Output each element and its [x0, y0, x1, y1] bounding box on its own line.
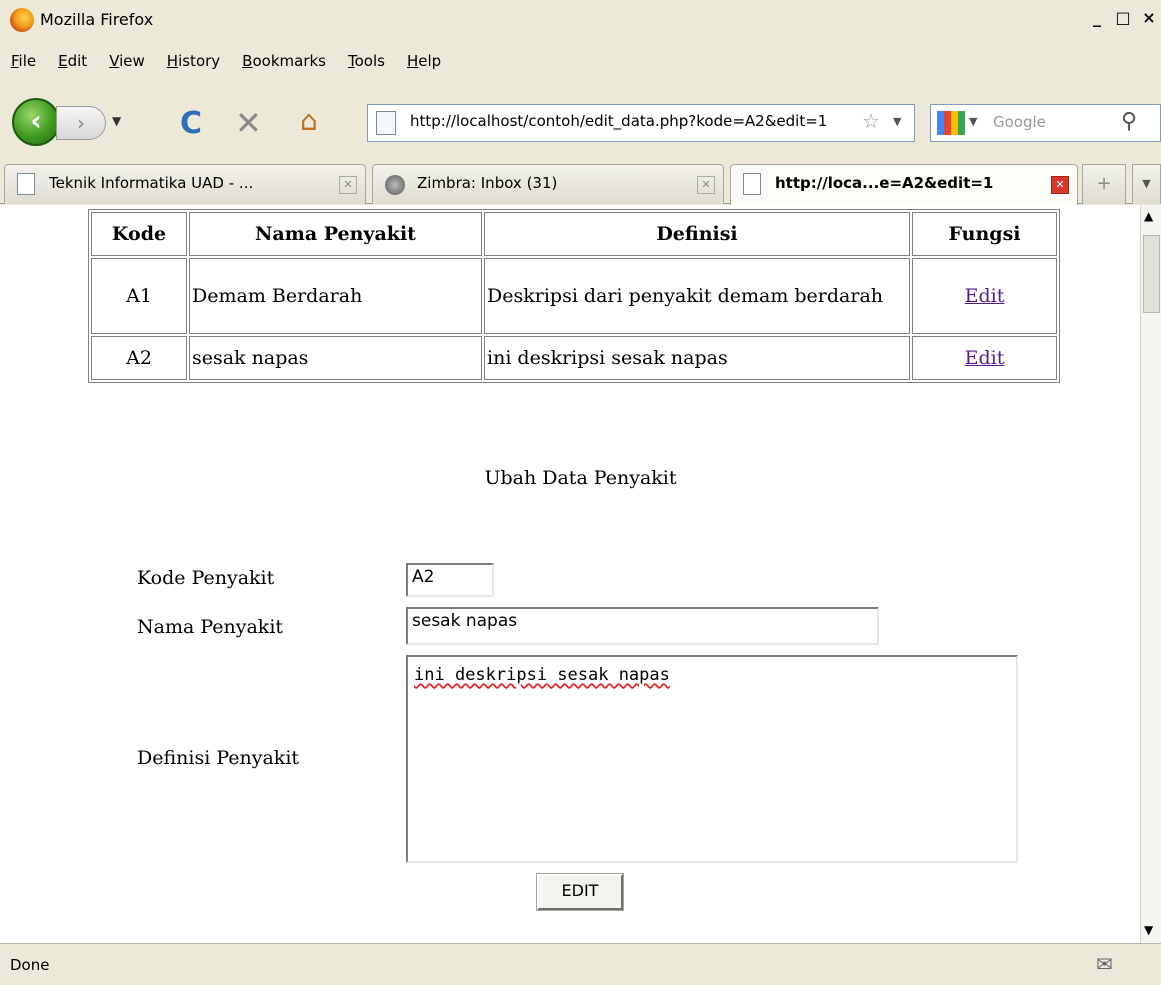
mail-icon[interactable]: ✉: [1096, 952, 1113, 976]
url-dropdown-icon[interactable]: ▼: [893, 115, 901, 128]
zimbra-icon: [385, 175, 405, 195]
tab-list-dropdown-icon[interactable]: ▼: [1132, 164, 1161, 204]
engine-dropdown-icon[interactable]: ▼: [969, 115, 977, 128]
cell-nama: Demam Berdarah: [189, 258, 482, 334]
cell-kode: A2: [91, 336, 187, 380]
menu-help[interactable]: Help: [396, 46, 452, 80]
status-bar: Done ✉: [0, 943, 1161, 985]
status-text: Done: [10, 956, 50, 974]
tab-label: Teknik Informatika UAD - ...: [49, 174, 254, 192]
kode-penyakit-label: Kode Penyakit: [137, 567, 275, 589]
tab-close-icon[interactable]: ✕: [697, 176, 715, 194]
menu-tools[interactable]: Tools: [337, 46, 396, 80]
firefox-logo-icon: [10, 8, 34, 32]
scroll-up-icon[interactable]: ▲: [1144, 209, 1153, 223]
menu-view[interactable]: View: [98, 46, 156, 80]
back-button[interactable]: ‹: [12, 98, 60, 146]
edit-link[interactable]: Edit: [965, 285, 1005, 307]
menu-file[interactable]: File: [0, 46, 47, 80]
cell-fungsi: Edit: [912, 336, 1057, 380]
menu-edit[interactable]: Edit: [47, 46, 98, 80]
navigation-toolbar: ‹ › ▼ C ✕ ⌂ http://localhost/contoh/edit…: [0, 92, 1161, 154]
minimize-button[interactable]: _: [1085, 8, 1109, 30]
stop-icon[interactable]: ✕: [235, 104, 262, 142]
header-definisi: Definisi: [484, 212, 910, 256]
table-row: A2 sesak napas ini deskripsi sesak napas…: [91, 336, 1057, 380]
tab-active-edit-data[interactable]: http://loca...e=A2&edit=1 ✕: [730, 164, 1078, 205]
tab-close-icon[interactable]: ✕: [339, 176, 357, 194]
scroll-down-icon[interactable]: ▼: [1144, 923, 1153, 937]
tab-teknik-informatika[interactable]: Teknik Informatika UAD - ... ✕: [4, 164, 366, 204]
tab-bar: Teknik Informatika UAD - ... ✕ Zimbra: I…: [0, 160, 1161, 205]
tab-label: http://loca...e=A2&edit=1: [775, 174, 994, 192]
cell-nama: sesak napas: [189, 336, 482, 380]
title-bar: Mozilla Firefox _ □ ×: [0, 0, 1161, 40]
menu-bookmarks[interactable]: Bookmarks: [231, 46, 337, 80]
edit-link[interactable]: Edit: [965, 347, 1005, 369]
definisi-penyakit-label: Definisi Penyakit: [137, 747, 300, 769]
maximize-button[interactable]: □: [1111, 8, 1135, 30]
search-input[interactable]: Google: [993, 113, 1046, 131]
search-engine-icon[interactable]: [937, 111, 965, 135]
penyakit-table: Kode Nama Penyakit Definisi Fungsi A1 De…: [88, 209, 1060, 383]
window-controls: _ □ ×: [1085, 8, 1161, 30]
search-icon[interactable]: ⚲: [1121, 109, 1137, 134]
search-bar[interactable]: ▼ Google ⚲: [930, 104, 1161, 142]
vertical-scrollbar[interactable]: ▲ ▼: [1140, 205, 1161, 943]
tab-label: Zimbra: Inbox (31): [417, 174, 558, 192]
cell-definisi: Deskripsi dari penyakit demam berdarah: [484, 258, 910, 334]
window-title: Mozilla Firefox: [40, 10, 154, 29]
new-tab-button[interactable]: +: [1082, 164, 1126, 204]
kode-penyakit-input[interactable]: A2: [406, 563, 494, 597]
page-icon: [17, 173, 35, 195]
close-button[interactable]: ×: [1137, 8, 1161, 30]
header-fungsi: Fungsi: [912, 212, 1057, 256]
nama-penyakit-input[interactable]: sesak napas: [406, 607, 879, 645]
header-kode: Kode: [91, 212, 187, 256]
definisi-penyakit-textarea[interactable]: ini deskripsi sesak napas: [406, 655, 1018, 863]
page-icon: [743, 173, 761, 195]
menu-history[interactable]: History: [156, 46, 231, 80]
bookmark-star-icon[interactable]: ☆: [862, 109, 880, 133]
tab-zimbra[interactable]: Zimbra: Inbox (31) ✕: [372, 164, 724, 204]
cell-fungsi: Edit: [912, 258, 1057, 334]
scroll-thumb[interactable]: [1143, 235, 1160, 313]
menu-bar: File Edit View History Bookmarks Tools H…: [0, 46, 452, 80]
home-icon[interactable]: ⌂: [300, 104, 318, 137]
history-dropdown-icon[interactable]: ▼: [112, 114, 121, 128]
url-bar[interactable]: http://localhost/contoh/edit_data.php?ko…: [367, 104, 915, 142]
url-text[interactable]: http://localhost/contoh/edit_data.php?ko…: [410, 112, 850, 130]
nama-penyakit-label: Nama Penyakit: [137, 616, 284, 638]
reload-icon[interactable]: C: [180, 106, 202, 141]
page-content: Kode Nama Penyakit Definisi Fungsi A1 De…: [0, 205, 1140, 943]
cell-kode: A1: [91, 258, 187, 334]
cell-definisi: ini deskripsi sesak napas: [484, 336, 910, 380]
tab-close-icon[interactable]: ✕: [1051, 176, 1069, 194]
page-icon: [376, 111, 396, 135]
table-row: A1 Demam Berdarah Deskripsi dari penyaki…: [91, 258, 1057, 334]
forward-button[interactable]: ›: [56, 106, 106, 140]
header-nama-penyakit: Nama Penyakit: [189, 212, 482, 256]
edit-submit-button[interactable]: EDIT: [536, 873, 624, 911]
definisi-text: ini deskripsi sesak napas: [414, 665, 670, 685]
form-title: Ubah Data Penyakit: [484, 467, 677, 489]
